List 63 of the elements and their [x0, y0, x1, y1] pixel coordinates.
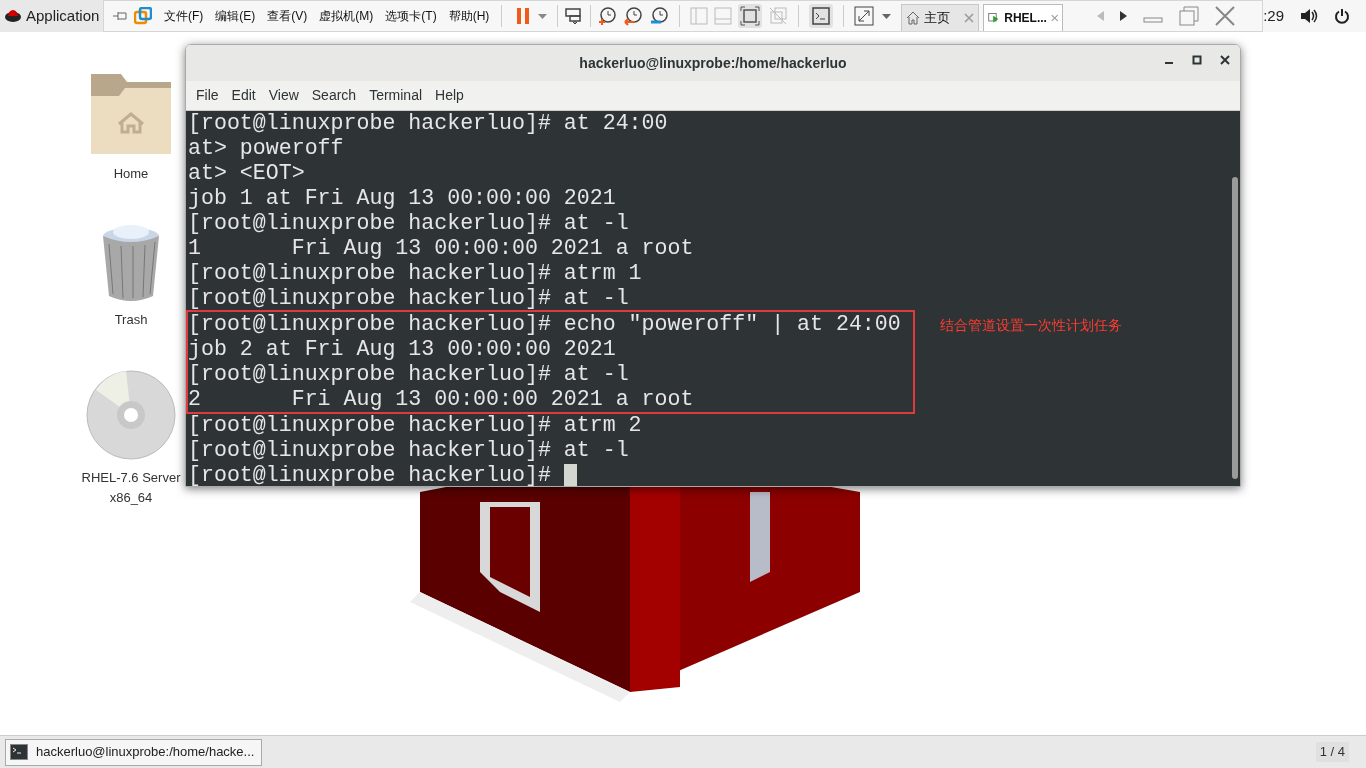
scrollbar-thumb[interactable] [1232, 177, 1238, 479]
fullscreen-icon [854, 6, 875, 26]
menu-item[interactable]: View [262, 85, 305, 106]
workspace-indicator[interactable]: 1 / 4 [1315, 742, 1349, 762]
menu-item[interactable]: 文件(F) [162, 7, 206, 25]
app-logo-icon [134, 7, 152, 25]
pin-icon[interactable] [112, 11, 128, 21]
fit-screen-icon[interactable] [738, 4, 763, 28]
terminal-line: [root@linuxprobe hackerluo]# at -l [188, 438, 629, 463]
scroll-right-icon[interactable] [1120, 11, 1128, 21]
tab[interactable]: RHEL... [983, 4, 1064, 31]
menu-item[interactable]: Terminal [363, 85, 429, 106]
menu-item[interactable]: 虚拟机(M) [317, 7, 376, 25]
home-icon [906, 11, 921, 25]
applications-menu[interactable]: Application [0, 0, 104, 32]
vm-play-icon [988, 11, 1001, 25]
menu-item[interactable]: 选项卡(T) [383, 7, 439, 25]
caret-icon [882, 13, 892, 19]
folder-icon [89, 72, 173, 156]
terminal-line: 1 Fri Aug 13 00:00:00 2021 a root [188, 236, 694, 261]
snapshot-icon[interactable] [597, 6, 618, 26]
terminal-line: [root@linuxprobe hackerluo]# [188, 463, 552, 486]
menu-item[interactable]: Help [429, 85, 470, 106]
taskbar-item[interactable]: hackerluo@linuxprobe:/home/hacke... [5, 738, 262, 766]
disc-icon [86, 370, 176, 460]
console-icon[interactable] [809, 4, 834, 28]
maximize-icon[interactable] [1192, 55, 1202, 65]
terminal-line: 2 Fri Aug 13 00:00:00 2021 a root [188, 387, 694, 412]
terminal-line: [root@linuxprobe hackerluo]# atrm 2 [188, 413, 642, 438]
revert-snapshot-icon[interactable] [623, 6, 644, 26]
menu-item[interactable]: 查看(V) [265, 7, 310, 25]
annotation-text: 结合管道设置一次性计划任务 [940, 316, 1122, 335]
terminal-line: [root@linuxprobe hackerluo]# at -l [188, 286, 629, 311]
power-icon[interactable] [1334, 8, 1350, 24]
pause-icon [516, 7, 531, 25]
menu-item[interactable]: 编辑(E) [213, 7, 258, 25]
terminal-line: [root@linuxprobe hackerluo]# atrm 1 [188, 261, 642, 286]
terminal-line: at> <EOT> [188, 161, 305, 186]
menu-item[interactable]: Search [305, 85, 363, 106]
volume-icon[interactable] [1300, 8, 1318, 24]
terminal-line: [root@linuxprobe hackerluo]# echo "poweroff" | at 24:00 [188, 312, 901, 337]
close-icon[interactable] [1220, 55, 1230, 65]
terminal-line: [root@linuxprobe hackerluo]# at -l [188, 211, 629, 236]
terminal-line: [root@linuxprobe hackerluo]# at -l [188, 362, 629, 387]
terminal-line: job 2 at Fri Aug 13 00:00:00 2021 [188, 337, 616, 362]
clock: :29 [1263, 5, 1284, 26]
caret-icon [538, 13, 548, 19]
terminal-line: at> poweroff [188, 136, 344, 161]
redhat-icon [4, 8, 22, 24]
window-title: hackerluo@linuxprobe:/home/hackerluo [579, 53, 847, 73]
terminal-line: job 1 at Fri Aug 13 00:00:00 2021 [188, 186, 616, 211]
tab[interactable]: 主页 [901, 4, 980, 31]
snapshot-manager-icon[interactable] [649, 6, 670, 26]
fullscreen-button[interactable] [854, 6, 892, 26]
desktop-icon[interactable]: RHEL-7.6 Server x86_64 [78, 370, 184, 508]
menu-item[interactable]: File [190, 85, 225, 106]
desktop-icon[interactable]: Home [78, 72, 184, 184]
desktop-icon[interactable]: Trash [78, 224, 184, 330]
terminal-icon [10, 744, 28, 760]
restore-icon[interactable] [1179, 6, 1200, 26]
menu-item[interactable]: 帮助(H) [446, 7, 492, 25]
terminal-line: [root@linuxprobe hackerluo]# at 24:00 [188, 111, 668, 136]
menu-item[interactable]: Edit [225, 85, 262, 106]
